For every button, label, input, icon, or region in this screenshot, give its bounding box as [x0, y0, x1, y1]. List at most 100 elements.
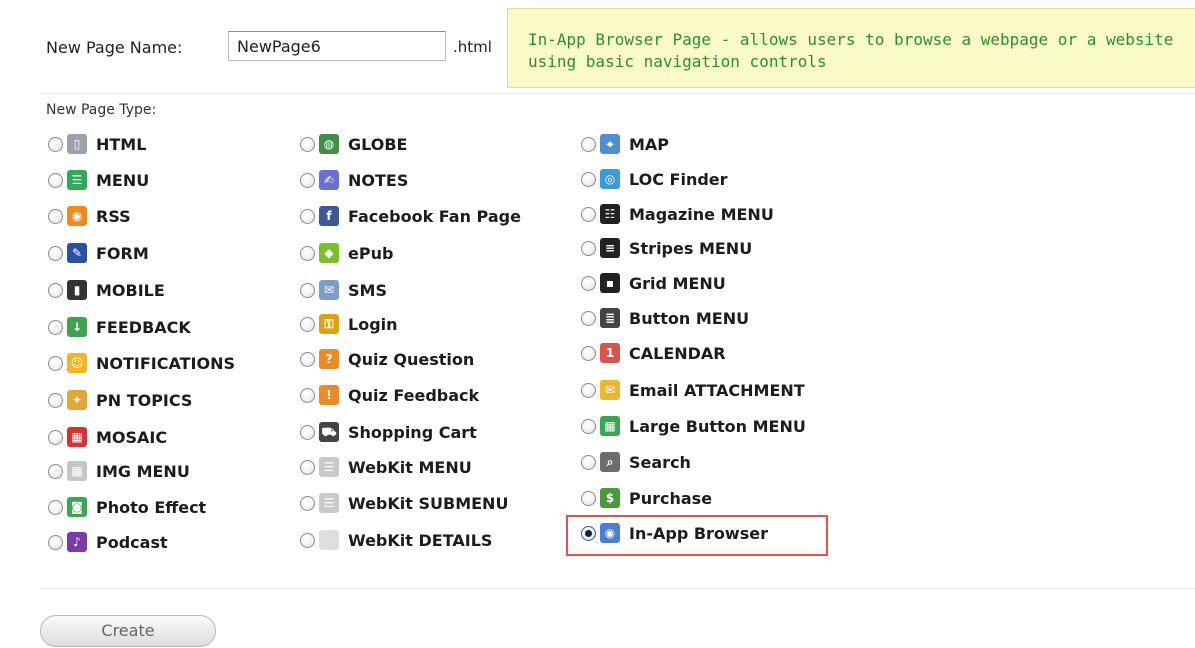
- grid-menu-icon: ▪: [600, 273, 620, 293]
- radio-button[interactable]: [48, 245, 63, 261]
- radio-button[interactable]: [581, 275, 596, 291]
- radio-button[interactable]: [48, 172, 63, 188]
- page-type-option[interactable]: ↓ FEEDBACK: [48, 317, 191, 337]
- page-name-input[interactable]: [228, 31, 446, 61]
- quiz-question-icon: ?: [319, 349, 339, 369]
- page-type-option[interactable]: WebKit DETAILS: [300, 530, 492, 550]
- page-type-option[interactable]: ⚿ Login: [300, 314, 398, 334]
- page-type-option-label: Photo Effect: [96, 497, 207, 517]
- page-type-option[interactable]: ≣ Button MENU: [581, 308, 749, 328]
- page-type-option[interactable]: ✍ NOTES: [300, 170, 408, 190]
- radio-button[interactable]: [48, 429, 63, 445]
- radio-button[interactable]: [300, 316, 315, 332]
- page-type-option[interactable]: ▦ MOSAIC: [48, 427, 167, 447]
- mobile-phone-icon: ▮: [67, 280, 87, 300]
- page-type-option[interactable]: ⛟ Shopping Cart: [300, 422, 477, 442]
- radio-button[interactable]: [581, 345, 596, 361]
- radio-button[interactable]: [48, 282, 63, 298]
- radio-button[interactable]: [300, 282, 315, 298]
- page-type-option[interactable]: ☰ WebKit SUBMENU: [300, 493, 508, 513]
- page-type-option-label: MOSAIC: [96, 427, 168, 447]
- facebook-icon: f: [319, 206, 339, 226]
- page-type-option-label: Facebook Fan Page: [348, 206, 521, 226]
- radio-button[interactable]: [48, 463, 63, 479]
- page-type-option[interactable]: ⌕ Search: [581, 452, 691, 472]
- page-type-option-label: NOTES: [348, 170, 409, 190]
- page-type-option[interactable]: ? Quiz Question: [300, 349, 474, 369]
- search-magnifier-icon: ⌕: [600, 452, 620, 472]
- page-type-option-label: WebKit MENU: [348, 457, 472, 477]
- mosaic-tiles-icon: ▦: [67, 427, 87, 447]
- radio-button[interactable]: [300, 172, 315, 188]
- radio-button[interactable]: [581, 418, 596, 434]
- page-type-option[interactable]: ▦ IMG MENU: [48, 461, 190, 481]
- radio-button[interactable]: [48, 208, 63, 224]
- page-type-option[interactable]: ☺ NOTIFICATIONS: [48, 353, 235, 373]
- page-type-option[interactable]: ▮ MOBILE: [48, 280, 165, 300]
- page-type-option[interactable]: ☰ WebKit MENU: [300, 457, 472, 477]
- globe-icon: ◍: [319, 134, 339, 154]
- radio-button[interactable]: [48, 319, 63, 335]
- page-type-option[interactable]: ▪ Grid MENU: [581, 273, 726, 293]
- radio-button[interactable]: [581, 454, 596, 470]
- epub-icon: ◆: [319, 243, 339, 263]
- menu-list-icon: ☰: [67, 170, 87, 190]
- radio-button[interactable]: [300, 136, 315, 152]
- page-type-option[interactable]: ◆ ePub: [300, 243, 393, 263]
- page-type-option[interactable]: ☰ MENU: [48, 170, 149, 190]
- page-type-option[interactable]: ◍ GLOBE: [300, 134, 407, 154]
- page-type-option[interactable]: ◙ Photo Effect: [48, 497, 206, 517]
- radio-button[interactable]: [581, 382, 596, 398]
- radio-button[interactable]: [581, 240, 596, 256]
- radio-button[interactable]: [581, 136, 596, 152]
- webkit-menu-icon: ☰: [319, 457, 339, 477]
- page-type-option[interactable]: ✉ SMS: [300, 280, 387, 300]
- page-type-option[interactable]: ▯ HTML: [48, 134, 146, 154]
- radio-button[interactable]: [581, 206, 596, 222]
- page-type-option[interactable]: ! Quiz Feedback: [300, 385, 479, 405]
- page-type-option-label: IMG MENU: [96, 461, 190, 481]
- page-type-option-label: Podcast: [96, 532, 168, 552]
- page-type-option[interactable]: ◉ RSS: [48, 206, 131, 226]
- radio-button[interactable]: [300, 245, 315, 261]
- microphone-icon: ♪: [67, 532, 87, 552]
- radio-button[interactable]: [300, 424, 315, 440]
- radio-button[interactable]: [300, 532, 315, 548]
- page-type-option[interactable]: 1 CALENDAR: [581, 343, 726, 363]
- page-type-option-label: FORM: [96, 243, 149, 263]
- radio-button[interactable]: [48, 499, 63, 515]
- radio-button[interactable]: [300, 387, 315, 403]
- page-type-option[interactable]: ⌖ MAP: [581, 134, 669, 154]
- page-type-option[interactable]: ◎ LOC Finder: [581, 169, 728, 189]
- page-type-option[interactable]: ☷ Magazine MENU: [581, 204, 774, 224]
- radio-button[interactable]: [300, 459, 315, 475]
- page-type-option-label: MOBILE: [96, 280, 165, 300]
- page-type-option[interactable]: ✦ PN TOPICS: [48, 390, 192, 410]
- page-type-option[interactable]: ♪ Podcast: [48, 532, 168, 552]
- radio-button[interactable]: [48, 392, 63, 408]
- rss-feed-icon: ◉: [67, 206, 87, 226]
- page-type-option[interactable]: ≡ Stripes MENU: [581, 238, 752, 258]
- image-grid-icon: ▦: [67, 461, 87, 481]
- radio-button[interactable]: [581, 490, 596, 506]
- page-type-option[interactable]: ✉ Email ATTACHMENT: [581, 380, 805, 400]
- page-type-option-label: Grid MENU: [629, 273, 726, 293]
- page-type-label: New Page Type:: [46, 102, 157, 118]
- radio-button[interactable]: [48, 534, 63, 550]
- page-type-option[interactable]: ▦ Large Button MENU: [581, 416, 806, 436]
- page-type-option-label: NOTIFICATIONS: [96, 353, 236, 373]
- radio-button[interactable]: [300, 208, 315, 224]
- page-type-option[interactable]: ✎ FORM: [48, 243, 149, 263]
- create-button[interactable]: Create: [40, 615, 216, 647]
- radio-button[interactable]: [48, 355, 63, 371]
- page-type-option[interactable]: f Facebook Fan Page: [300, 206, 521, 226]
- quiz-feedback-icon: !: [319, 385, 339, 405]
- radio-button[interactable]: [300, 351, 315, 367]
- page-type-option[interactable]: $ Purchase: [581, 488, 712, 508]
- radio-button[interactable]: [300, 495, 315, 511]
- radio-button[interactable]: [48, 136, 63, 152]
- radio-button[interactable]: [581, 171, 596, 187]
- radio-button[interactable]: [581, 310, 596, 326]
- webkit-details-icon: [319, 530, 339, 550]
- large-button-grid-icon: ▦: [600, 416, 620, 436]
